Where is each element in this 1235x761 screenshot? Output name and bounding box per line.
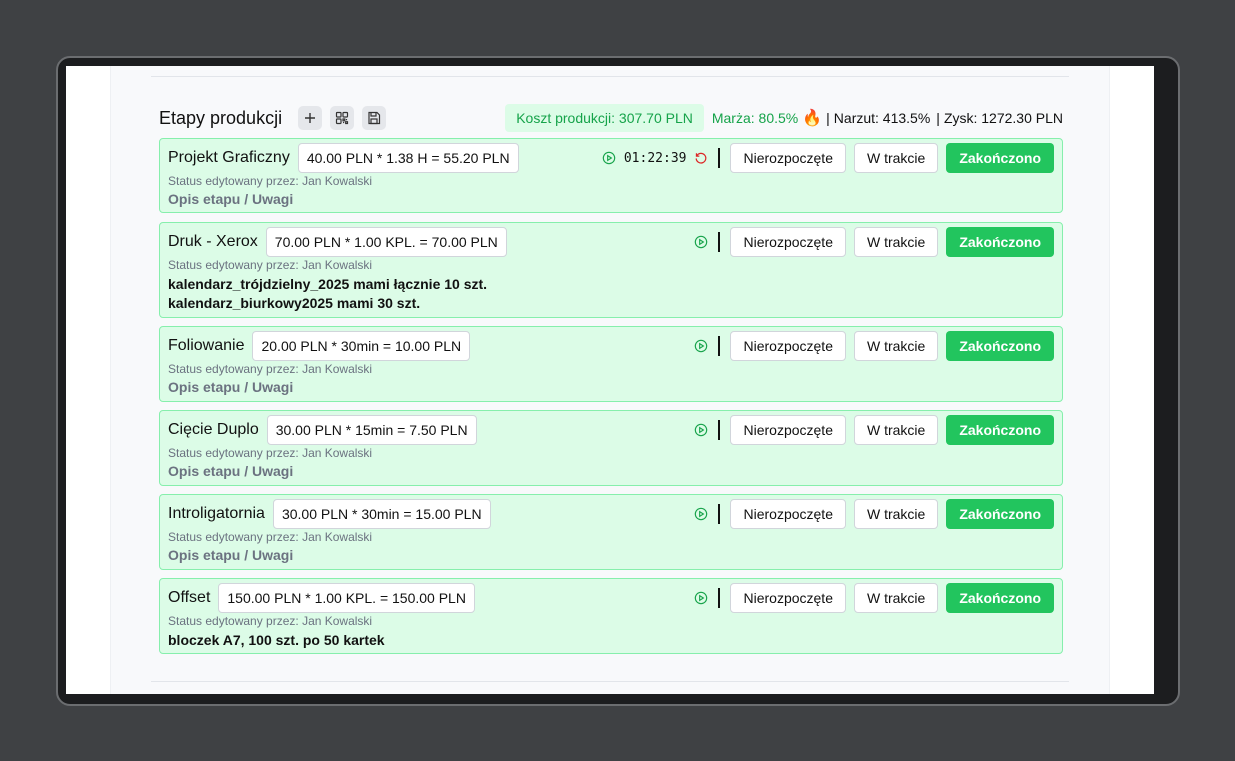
not-started-button[interactable]: Nierozpoczęte	[730, 499, 846, 529]
stage-notes[interactable]: bloczek A7, 100 szt. po 50 kartek	[168, 631, 385, 650]
stage-cost-calc[interactable]: 150.00 PLN * 1.00 KPL. = 150.00 PLN	[218, 583, 475, 613]
stage-card: Offset 150.00 PLN * 1.00 KPL. = 150.00 P…	[159, 578, 1063, 654]
stage-cost-calc[interactable]: 40.00 PLN * 1.38 H = 55.20 PLN	[297, 143, 519, 173]
divider	[718, 336, 721, 356]
play-circle-icon[interactable]	[694, 591, 708, 605]
stage-card: Cięcie Duplo 30.00 PLN * 15min = 7.50 PL…	[159, 410, 1063, 486]
reset-icon[interactable]	[694, 151, 708, 165]
app-screen: Etapy produkcji Koszt produkcji: 307.70 …	[66, 66, 1154, 694]
divider	[718, 504, 721, 524]
save-icon	[368, 111, 381, 125]
qr-code-button[interactable]	[330, 106, 355, 130]
notes-line: kalendarz_biurkowy2025 mami 30 szt.	[168, 295, 421, 311]
done-button[interactable]: Zakończono	[946, 331, 1054, 361]
not-started-button[interactable]: Nierozpoczęte	[730, 143, 846, 173]
separator: |	[936, 110, 940, 126]
stage-timer: 01:22:39	[623, 150, 687, 166]
separator: |	[826, 110, 830, 126]
divider-bottom	[151, 681, 1069, 682]
save-button[interactable]	[362, 106, 387, 130]
margin-text: Marża: 80.5%	[711, 110, 799, 126]
stage-name: Projekt Graficzny	[168, 149, 290, 166]
main-content: Etapy produkcji Koszt produkcji: 307.70 …	[110, 66, 1110, 694]
stage-name: Foliowanie	[168, 337, 245, 354]
device-frame: Etapy produkcji Koszt produkcji: 307.70 …	[56, 56, 1180, 706]
not-started-button[interactable]: Nierozpoczęte	[730, 583, 846, 613]
page-title: Etapy produkcji	[159, 107, 283, 128]
not-started-button[interactable]: Nierozpoczęte	[730, 227, 846, 257]
divider	[718, 232, 721, 252]
status-edited-by: Status edytowany przez: Jan Kowalski	[168, 446, 373, 460]
markup-text: Narzut: 413.5%	[833, 110, 931, 126]
in-progress-button[interactable]: W trakcie	[853, 583, 939, 613]
divider-top	[151, 76, 1069, 77]
in-progress-button[interactable]: W trakcie	[853, 227, 939, 257]
stage-cost-calc[interactable]: 20.00 PLN * 30min = 10.00 PLN	[252, 331, 471, 361]
in-progress-button[interactable]: W trakcie	[853, 143, 939, 173]
done-button[interactable]: Zakończono	[946, 415, 1054, 445]
divider	[718, 148, 721, 168]
production-stages-header: Etapy produkcji Koszt produkcji: 307.70 …	[159, 102, 1063, 134]
profit-text: Zysk: 1272.30 PLN	[943, 110, 1063, 126]
production-cost-badge: Koszt produkcji: 307.70 PLN	[505, 104, 704, 132]
stage-notes[interactable]: Opis etapu / Uwagi	[168, 547, 293, 563]
in-progress-button[interactable]: W trakcie	[853, 415, 939, 445]
not-started-button[interactable]: Nierozpoczęte	[730, 331, 846, 361]
stage-notes[interactable]: Opis etapu / Uwagi	[168, 191, 293, 207]
stage-card: Druk - Xerox 70.00 PLN * 1.00 KPL. = 70.…	[159, 222, 1063, 318]
done-button[interactable]: Zakończono	[946, 499, 1054, 529]
status-edited-by: Status edytowany przez: Jan Kowalski	[168, 258, 373, 272]
stage-cost-calc[interactable]: 70.00 PLN * 1.00 KPL. = 70.00 PLN	[265, 227, 507, 257]
not-started-button[interactable]: Nierozpoczęte	[730, 415, 846, 445]
play-circle-icon[interactable]	[694, 235, 708, 249]
stage-name: Introligatornia	[168, 505, 265, 522]
qr-code-icon	[335, 111, 349, 125]
in-progress-button[interactable]: W trakcie	[853, 499, 939, 529]
play-circle-icon[interactable]	[602, 151, 616, 165]
stage-card: Introligatornia 30.00 PLN * 30min = 15.0…	[159, 494, 1063, 570]
status-edited-by: Status edytowany przez: Jan Kowalski	[168, 174, 373, 188]
play-circle-icon[interactable]	[694, 423, 708, 437]
stage-notes[interactable]: Opis etapu / Uwagi	[168, 379, 293, 395]
add-stage-button[interactable]	[298, 106, 323, 130]
done-button[interactable]: Zakończono	[946, 583, 1054, 613]
done-button[interactable]: Zakończono	[946, 143, 1054, 173]
stage-card: Projekt Graficzny 40.00 PLN * 1.38 H = 5…	[159, 138, 1063, 213]
status-edited-by: Status edytowany przez: Jan Kowalski	[168, 362, 373, 376]
fire-icon: 🔥	[802, 110, 823, 127]
in-progress-button[interactable]: W trakcie	[853, 331, 939, 361]
play-circle-icon[interactable]	[694, 339, 708, 353]
stage-notes[interactable]: Opis etapu / Uwagi	[168, 463, 293, 479]
stage-notes[interactable]: kalendarz_trójdzielny_2025 mami łącznie …	[168, 275, 487, 313]
notes-line: kalendarz_trójdzielny_2025 mami łącznie …	[168, 276, 488, 292]
done-button[interactable]: Zakończono	[946, 227, 1054, 257]
divider	[718, 420, 721, 440]
status-edited-by: Status edytowany przez: Jan Kowalski	[168, 530, 373, 544]
notes-line: bloczek A7, 100 szt. po 50 kartek	[168, 632, 385, 648]
stage-name: Offset	[168, 589, 211, 606]
divider	[718, 588, 721, 608]
stage-cost-calc[interactable]: 30.00 PLN * 30min = 15.00 PLN	[272, 499, 491, 529]
stage-cost-calc[interactable]: 30.00 PLN * 15min = 7.50 PLN	[266, 415, 477, 445]
plus-icon	[305, 113, 316, 123]
play-circle-icon[interactable]	[694, 507, 708, 521]
stage-name: Druk - Xerox	[168, 233, 258, 250]
status-edited-by: Status edytowany przez: Jan Kowalski	[168, 614, 373, 628]
stage-name: Cięcie Duplo	[168, 421, 259, 438]
stage-card: Foliowanie 20.00 PLN * 30min = 10.00 PLN…	[159, 326, 1063, 402]
